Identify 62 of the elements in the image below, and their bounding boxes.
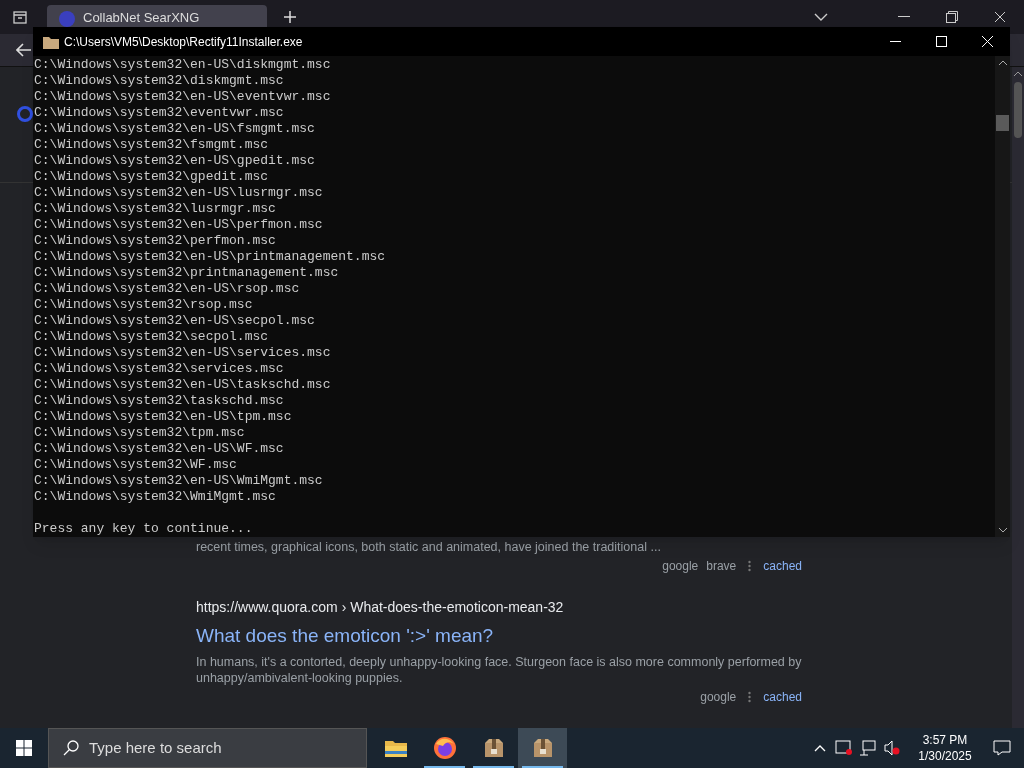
console-line: C:\Windows\system32\rsop.msc [34,297,254,313]
favicon-icon [59,11,75,27]
console-line: C:\Windows\system32\en-US\printmanagement.msc [34,249,387,265]
console-line: C:\Windows\system32\fsmgmt.msc [34,137,270,153]
engine-label: google [662,557,699,575]
console-line: C:\Windows\system32\en-US\secpol.msc [34,313,316,329]
clock-date: 1/30/2025 [918,748,972,764]
console-line: C:\Windows\system32\en-US\tpm.msc [34,409,293,425]
console-line: C:\Windows\system32\services.msc [34,361,285,377]
result-title[interactable]: What does the emoticon ':>' mean? [196,621,1012,650]
console-line: C:\Windows\system32\perfmon.msc [34,233,277,249]
result-snippet: In humans, it's a contorted, deeply unhappy-looking face. Sturgeon face is also more commonly performed by unhappy/ambivalent-looking puppies. [196,654,803,686]
console-prompt: Press any key to continue... [34,521,254,537]
console-line: C:\Windows\system32\en-US\diskmgmt.msc [34,57,332,73]
console-line: C:\Windows\system32\taskschd.msc [34,393,285,409]
console-line: C:\Windows\system32\en-US\eventvwr.msc [34,89,332,105]
console-line: C:\Windows\system32\secpol.msc [34,329,270,345]
console-line: C:\Windows\system32\diskmgmt.msc [34,73,285,89]
console-line: C:\Windows\system32\gpedit.msc [34,169,270,185]
cached-link[interactable]: cached [763,688,802,706]
console-line: C:\Windows\system32\printmanagement.msc [34,265,340,281]
engine-label: google [700,689,737,706]
console-line: C:\Windows\system32\en-US\taskschd.msc [34,377,332,393]
console-line: C:\Windows\system32\WF.msc [34,457,238,473]
search-icon [63,740,79,756]
cached-link[interactable]: cached [763,556,802,575]
console-line: C:\Windows\system32\en-US\services.msc [34,345,332,361]
scroll-thumb[interactable] [1014,81,1022,138]
console-line: C:\Windows\system32\WmiMgmt.msc [34,489,277,505]
back-icon[interactable] [16,42,32,57]
result-path: › What-does-the-emoticon-mean-32 [341,597,564,617]
minimize-icon[interactable] [898,15,910,18]
taskbar-app[interactable] [518,728,567,768]
taskbar-search-field[interactable]: Type here to search [48,728,367,768]
clock-time: 3:57 PM [922,732,968,748]
console-line: C:\Windows\system32\en-US\lusrmgr.msc [34,185,324,201]
browser-tab[interactable]: CollabNet SearXNG [47,5,267,27]
console-line: C:\Windows\system32\en-US\WmiMgmt.msc [34,473,324,489]
scroll-thumb[interactable] [996,115,1009,131]
engine-label: brave [706,557,737,575]
close-icon[interactable] [994,10,1006,23]
package-icon [531,737,554,759]
result-snippet: recent times, graphical icons, both static and animated, have joined the traditional ... [196,538,662,555]
console-line: C:\Windows\system32\en-US\gpedit.msc [34,153,316,169]
window-title: C:\Users\VM5\Desktop\Rectify11Installer.exe [64,33,303,51]
browser-icon [432,736,457,760]
tab-title: CollabNet SearXNG [83,8,200,27]
console-line: C:\Windows\system32\en-US\WF.msc [34,441,285,457]
console-line: C:\Windows\system32\en-US\perfmon.msc [34,217,324,233]
console-line: C:\Windows\system32\eventvwr.msc [34,105,285,121]
clock[interactable]: 3:57 PM 1/30/2025 [910,732,980,764]
result-url: https://www.quora.com [196,597,338,617]
scroll-down-icon[interactable] [998,528,1007,533]
package-icon [482,737,505,759]
console-line: C:\Windows\system32\tpm.msc [34,425,246,441]
console-line: C:\Windows\system32\lusrmgr.msc [34,201,277,217]
new-tab-icon[interactable] [283,9,297,24]
restore-icon[interactable] [946,10,958,23]
chevron-down-icon[interactable] [814,12,828,21]
console-line: C:\Windows\system32\en-US\fsmgmt.msc [34,121,316,137]
folder-icon [383,738,408,758]
console-line: C:\Windows\system32\en-US\rsop.msc [34,281,301,297]
